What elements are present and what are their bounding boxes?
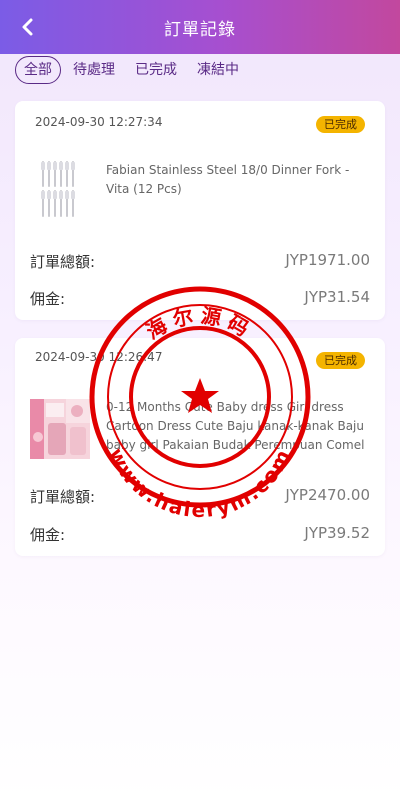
commission-label: 佣金:	[30, 290, 66, 308]
product-name: Fabian Stainless Steel 18/0 Dinner Fork …	[106, 163, 350, 196]
status-badge: 已完成	[316, 352, 365, 369]
tab-completed[interactable]: 已完成	[135, 56, 177, 84]
product-name: 0-12 Months Cute Baby dress Girl dress C…	[106, 400, 365, 452]
app-header: 訂單記錄	[0, 0, 400, 54]
tab-pending[interactable]: 待處理	[73, 56, 115, 84]
tab-frozen[interactable]: 凍結中	[197, 56, 239, 84]
product-image-baby-dress	[30, 399, 90, 459]
order-total-label: 訂單總額:	[30, 253, 96, 271]
commission-value: JYP31.54	[304, 288, 370, 306]
order-total-label: 訂單總額:	[30, 488, 96, 506]
order-status-tabs: 全部 待處理 已完成 凍結中	[15, 54, 259, 86]
order-time: 2024-09-30 12:27:34	[35, 115, 163, 129]
order-card[interactable]: 2024-09-30 12:27:34 已完成 Fabian Stainless…	[15, 101, 385, 320]
page-title: 訂單記錄	[164, 20, 236, 40]
commission-value: JYP39.52	[304, 524, 370, 542]
order-card[interactable]: 2024-09-30 12:26:47 已完成 0-12 Months Cute…	[15, 338, 385, 556]
tab-all[interactable]: 全部	[15, 56, 61, 84]
order-time: 2024-09-30 12:26:47	[35, 350, 163, 364]
order-total-value: JYP2470.00	[285, 486, 370, 504]
status-badge: 已完成	[316, 116, 365, 133]
product-image-fork	[41, 161, 75, 217]
commission-label: 佣金:	[30, 526, 66, 544]
order-total-value: JYP1971.00	[285, 251, 370, 269]
